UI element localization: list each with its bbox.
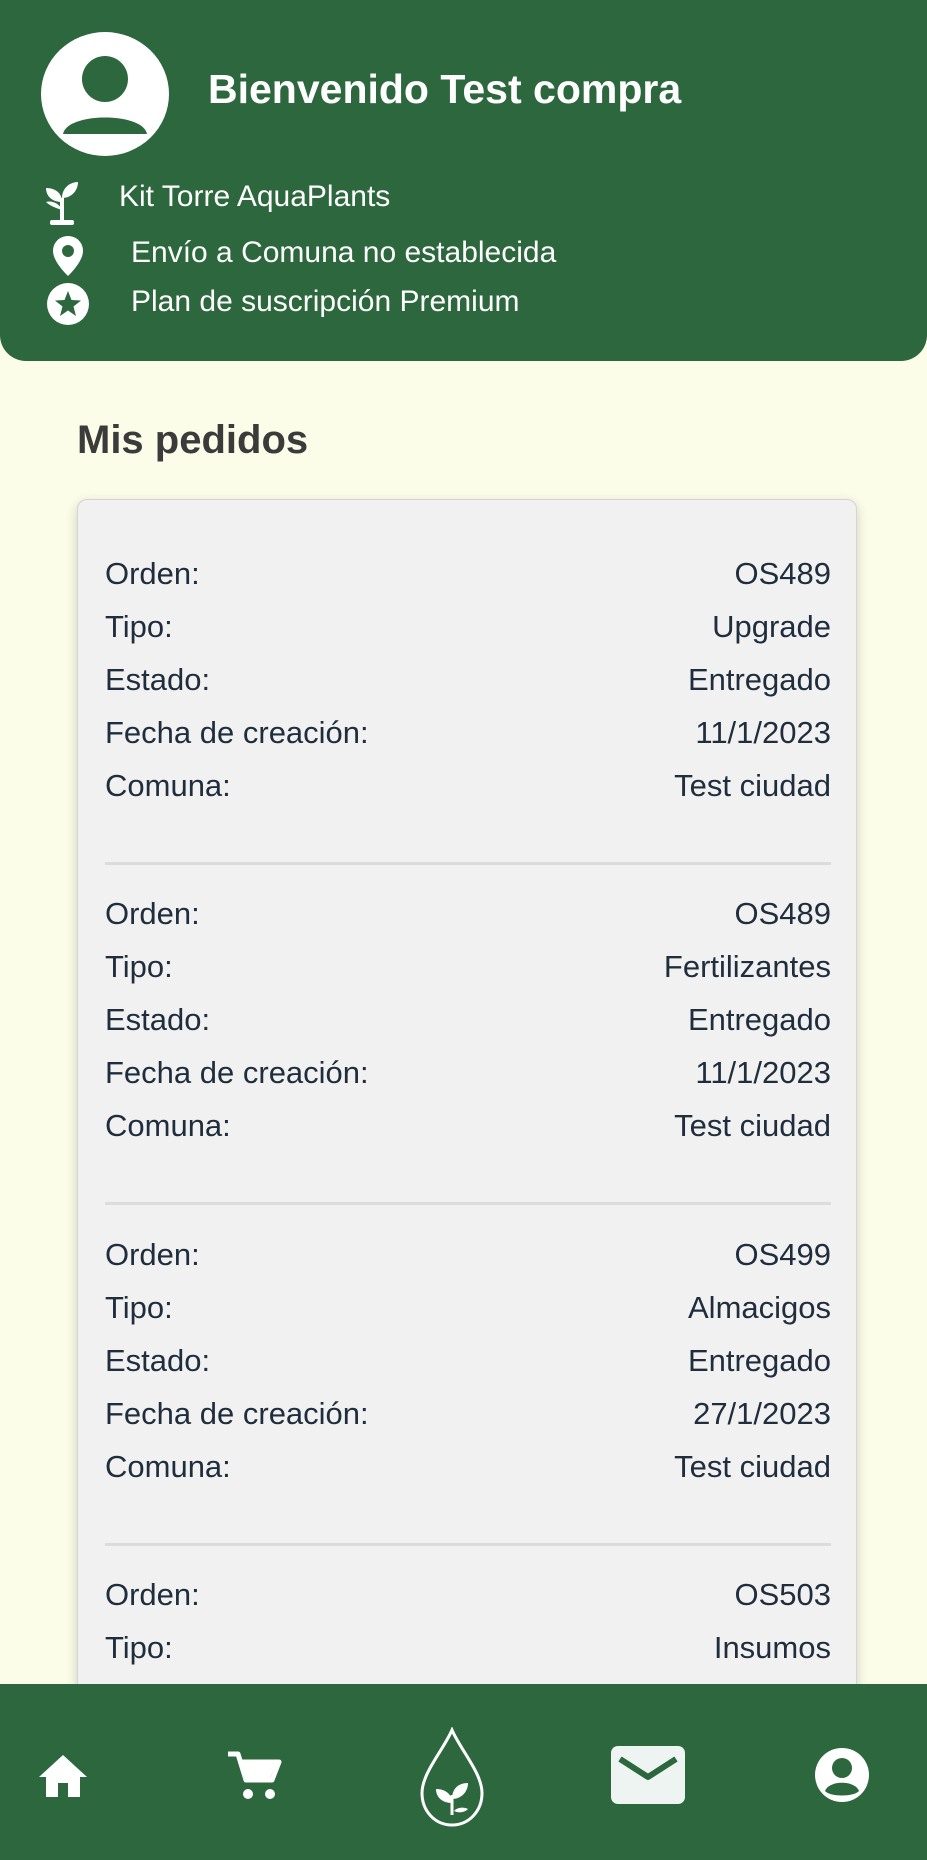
label-orden: Orden:: [105, 556, 200, 591]
value-comuna: Test ciudad: [674, 1108, 831, 1143]
value-orden: OS499: [734, 1237, 831, 1272]
order-item[interactable]: Orden: OS503 Tipo: Insumos: [105, 1577, 831, 1683]
order-item[interactable]: Orden: OS489 Tipo: Upgrade Estado: Entre…: [105, 556, 831, 821]
label-tipo: Tipo:: [105, 609, 173, 644]
order-row-comuna: Comuna: Test ciudad: [105, 1108, 831, 1161]
value-tipo: Upgrade: [712, 609, 831, 644]
account-icon[interactable]: [814, 1747, 870, 1803]
order-divider: [105, 1543, 831, 1546]
orders-title: Mis pedidos: [77, 418, 309, 462]
mail-icon[interactable]: [610, 1745, 686, 1805]
order-divider: [105, 1202, 831, 1205]
value-fecha: 27/1/2023: [693, 1396, 831, 1431]
label-estado: Estado:: [105, 1002, 211, 1037]
label-estado: Estado:: [105, 1343, 211, 1378]
order-row-tipo: Tipo: Fertilizantes: [105, 949, 831, 1002]
orders-card: Orden: OS489 Tipo: Upgrade Estado: Entre…: [77, 499, 857, 1829]
value-orden: OS489: [734, 896, 831, 931]
label-comuna: Comuna:: [105, 1449, 231, 1484]
label-tipo: Tipo:: [105, 1630, 173, 1665]
label-comuna: Comuna:: [105, 768, 231, 803]
value-estado: Entregado: [687, 1343, 831, 1378]
order-row-orden: Orden: OS499: [105, 1237, 831, 1290]
order-divider: [105, 862, 831, 865]
label-comuna: Comuna:: [105, 1108, 231, 1143]
value-tipo: Almacigos: [688, 1290, 831, 1325]
home-icon[interactable]: [36, 1751, 90, 1799]
value-tipo: Insumos: [713, 1630, 831, 1665]
order-row-orden: Orden: OS503: [105, 1577, 831, 1630]
plan-info: Plan de suscripción Premium: [131, 285, 520, 318]
order-row-orden: Orden: OS489: [105, 896, 831, 949]
value-estado: Entregado: [687, 662, 831, 697]
order-row-tipo: Tipo: Upgrade: [105, 609, 831, 662]
label-estado: Estado:: [105, 662, 211, 697]
plant-drop-icon[interactable]: [418, 1727, 486, 1829]
welcome-title: Bienvenido Test compra: [208, 66, 682, 112]
order-item[interactable]: Orden: OS489 Tipo: Fertilizantes Estado:…: [105, 896, 831, 1161]
order-row-fecha: Fecha de creación: 11/1/2023: [105, 1055, 831, 1108]
order-row-fecha: Fecha de creación: 11/1/2023: [105, 715, 831, 768]
location-pin-icon: [53, 236, 83, 276]
label-fecha: Fecha de creación:: [105, 715, 369, 750]
kit-info: Kit Torre AquaPlants: [119, 180, 391, 213]
label-orden: Orden:: [105, 1577, 200, 1612]
label-fecha: Fecha de creación:: [105, 1055, 369, 1090]
value-orden: OS503: [734, 1577, 831, 1612]
value-tipo: Fertilizantes: [663, 949, 831, 984]
sprout-icon: [46, 182, 78, 225]
profile-header: Bienvenido Test compra Kit Torre AquaPla…: [0, 0, 927, 361]
order-row-orden: Orden: OS489: [105, 556, 831, 609]
value-fecha: 11/1/2023: [695, 715, 831, 750]
label-orden: Orden:: [105, 896, 200, 931]
order-row-comuna: Comuna: Test ciudad: [105, 1449, 831, 1502]
value-orden: OS489: [734, 556, 831, 591]
value-comuna: Test ciudad: [674, 768, 831, 803]
bottom-navigation: [0, 1684, 927, 1860]
cart-icon[interactable]: [226, 1750, 282, 1802]
user-avatar-icon[interactable]: [41, 32, 169, 156]
shipping-info: Envío a Comuna no establecida: [131, 236, 557, 269]
value-fecha: 11/1/2023: [695, 1055, 831, 1090]
label-tipo: Tipo:: [105, 949, 173, 984]
order-row-fecha: Fecha de creación: 27/1/2023: [105, 1396, 831, 1449]
label-orden: Orden:: [105, 1237, 200, 1272]
order-row-tipo: Tipo: Almacigos: [105, 1290, 831, 1343]
value-estado: Entregado: [687, 1002, 831, 1037]
label-tipo: Tipo:: [105, 1290, 173, 1325]
order-item[interactable]: Orden: OS499 Tipo: Almacigos Estado: Ent…: [105, 1237, 831, 1502]
order-row-estado: Estado: Entregado: [105, 1343, 831, 1396]
order-row-estado: Estado: Entregado: [105, 1002, 831, 1055]
order-row-estado: Estado: Entregado: [105, 662, 831, 715]
order-row-comuna: Comuna: Test ciudad: [105, 768, 831, 821]
value-comuna: Test ciudad: [674, 1449, 831, 1484]
star-icon: [47, 283, 89, 325]
order-row-tipo: Tipo: Insumos: [105, 1630, 831, 1683]
label-fecha: Fecha de creación:: [105, 1396, 369, 1431]
